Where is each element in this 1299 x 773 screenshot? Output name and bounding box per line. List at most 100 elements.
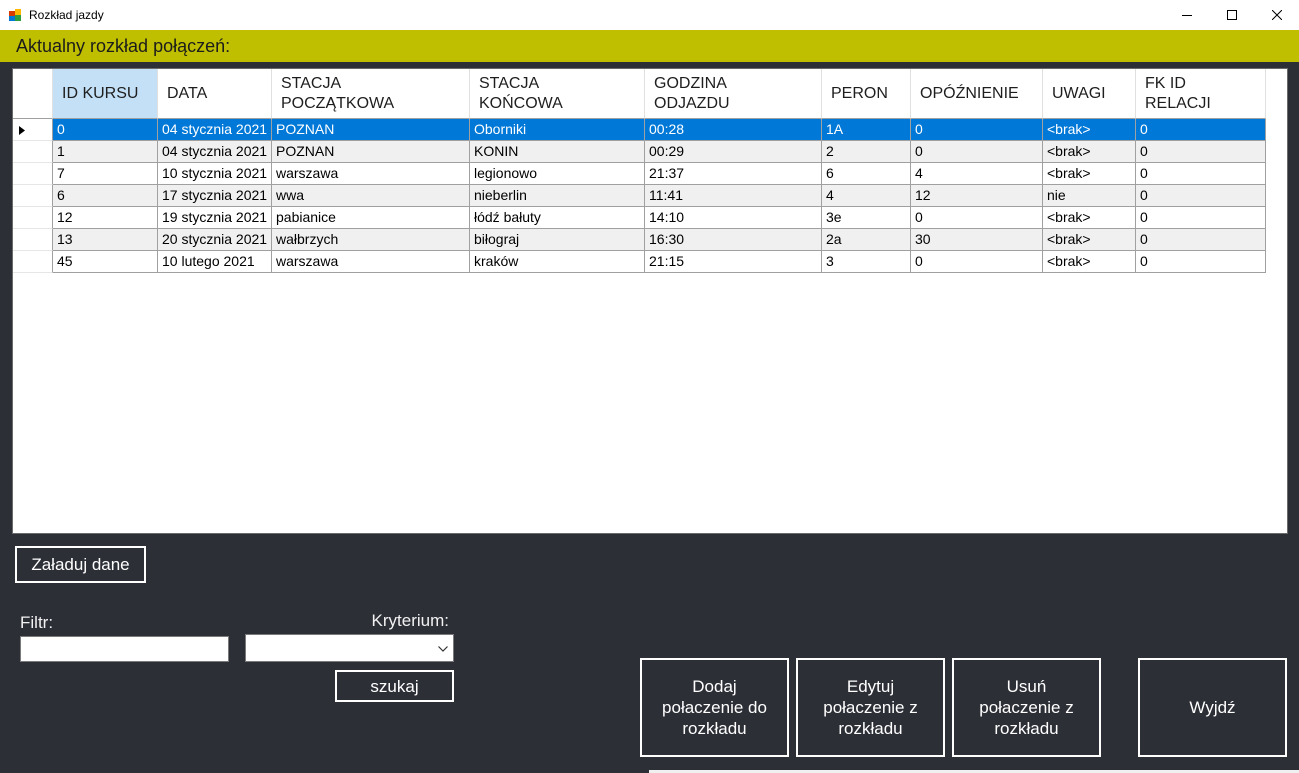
row-header[interactable] bbox=[13, 229, 53, 251]
cell-stacja-poczatkowa[interactable]: POZNAN bbox=[272, 119, 470, 141]
cell-godzina-odjazdu[interactable]: 14:10 bbox=[645, 207, 822, 229]
column-header-opoznienie[interactable]: OPÓŹNIENIE bbox=[911, 69, 1043, 119]
cell-peron[interactable]: 3e bbox=[822, 207, 911, 229]
table-row[interactable]: 0 04 stycznia 2021 POZNAN Oborniki 00:28 1A 0 <… bbox=[13, 119, 1266, 141]
cell-stacja-poczatkowa[interactable]: wałbrzych bbox=[272, 229, 470, 251]
cell-id-kursu[interactable]: 45 bbox=[53, 251, 158, 273]
cell-fk-id-relacji[interactable]: 0 bbox=[1136, 251, 1266, 273]
column-header-peron[interactable]: PERON bbox=[822, 69, 911, 119]
cell-opoznienie[interactable]: 0 bbox=[911, 141, 1043, 163]
row-header[interactable] bbox=[13, 185, 53, 207]
row-header[interactable] bbox=[13, 207, 53, 229]
cell-data[interactable]: 04 stycznia 2021 bbox=[158, 119, 272, 141]
load-data-button[interactable]: Załaduj dane bbox=[15, 546, 146, 583]
cell-uwagi[interactable]: <brak> bbox=[1043, 163, 1136, 185]
minimize-button[interactable] bbox=[1164, 0, 1209, 30]
exit-button[interactable]: Wyjdź bbox=[1138, 658, 1287, 757]
cell-uwagi[interactable]: <brak> bbox=[1043, 119, 1136, 141]
cell-stacja-poczatkowa[interactable]: wwa bbox=[272, 185, 470, 207]
cell-stacja-koncowa[interactable]: biłograj bbox=[470, 229, 645, 251]
cell-opoznienie[interactable]: 30 bbox=[911, 229, 1043, 251]
cell-id-kursu[interactable]: 12 bbox=[53, 207, 158, 229]
cell-stacja-poczatkowa[interactable]: POZNAN bbox=[272, 141, 470, 163]
criterion-dropdown[interactable] bbox=[245, 634, 454, 662]
cell-id-kursu[interactable]: 0 bbox=[53, 119, 158, 141]
cell-opoznienie[interactable]: 0 bbox=[911, 207, 1043, 229]
table-row[interactable]: 1 04 stycznia 2021 POZNAN KONIN 00:29 2 0 <brak… bbox=[13, 141, 1266, 163]
cell-uwagi[interactable]: nie bbox=[1043, 185, 1136, 207]
cell-godzina-odjazdu[interactable]: 00:28 bbox=[645, 119, 822, 141]
cell-id-kursu[interactable]: 13 bbox=[53, 229, 158, 251]
cell-peron[interactable]: 4 bbox=[822, 185, 911, 207]
cell-peron[interactable]: 2 bbox=[822, 141, 911, 163]
cell-peron[interactable]: 3 bbox=[822, 251, 911, 273]
cell-peron[interactable]: 1A bbox=[822, 119, 911, 141]
cell-id-kursu[interactable]: 1 bbox=[53, 141, 158, 163]
column-header-stacja-koncowa[interactable]: STACJA KOŃCOWA bbox=[470, 69, 645, 119]
cell-stacja-koncowa[interactable]: nieberlin bbox=[470, 185, 645, 207]
cell-fk-id-relacji[interactable]: 0 bbox=[1136, 185, 1266, 207]
cell-id-kursu[interactable]: 6 bbox=[53, 185, 158, 207]
column-header-stacja-poczatkowa[interactable]: STACJA POCZĄTKOWA bbox=[272, 69, 470, 119]
cell-peron[interactable]: 2a bbox=[822, 229, 911, 251]
cell-data[interactable]: 04 stycznia 2021 bbox=[158, 141, 272, 163]
cell-opoznienie[interactable]: 0 bbox=[911, 251, 1043, 273]
column-header-fk-id-relacji[interactable]: FK ID RELACJI bbox=[1136, 69, 1266, 119]
cell-uwagi[interactable]: <brak> bbox=[1043, 141, 1136, 163]
cell-data[interactable]: 10 stycznia 2021 bbox=[158, 163, 272, 185]
cell-uwagi[interactable]: <brak> bbox=[1043, 251, 1136, 273]
cell-stacja-poczatkowa[interactable]: warszawa bbox=[272, 251, 470, 273]
cell-id-kursu[interactable]: 7 bbox=[53, 163, 158, 185]
maximize-button[interactable] bbox=[1209, 0, 1254, 30]
table-row[interactable]: 12 19 stycznia 2021 pabianice łódź bałuty 14… bbox=[13, 207, 1266, 229]
delete-connection-button[interactable]: Usuń połaczenie z rozkładu bbox=[952, 658, 1101, 757]
cell-godzina-odjazdu[interactable]: 00:29 bbox=[645, 141, 822, 163]
cell-godzina-odjazdu[interactable]: 21:15 bbox=[645, 251, 822, 273]
cell-opoznienie[interactable]: 4 bbox=[911, 163, 1043, 185]
column-header-godzina-odjazdu[interactable]: GODZINA ODJAZDU bbox=[645, 69, 822, 119]
cell-stacja-koncowa[interactable]: legionowo bbox=[470, 163, 645, 185]
cell-opoznienie[interactable]: 0 bbox=[911, 119, 1043, 141]
add-connection-button[interactable]: Dodaj połaczenie do rozkładu bbox=[640, 658, 789, 757]
cell-stacja-koncowa[interactable]: KONIN bbox=[470, 141, 645, 163]
cell-opoznienie[interactable]: 12 bbox=[911, 185, 1043, 207]
table-row[interactable]: 7 10 stycznia 2021 warszawa legionowo 21:37 6… bbox=[13, 163, 1266, 185]
cell-peron[interactable]: 6 bbox=[822, 163, 911, 185]
cell-fk-id-relacji[interactable]: 0 bbox=[1136, 207, 1266, 229]
cell-godzina-odjazdu[interactable]: 21:37 bbox=[645, 163, 822, 185]
cell-stacja-koncowa[interactable]: kraków bbox=[470, 251, 645, 273]
row-header[interactable] bbox=[13, 119, 53, 141]
cell-stacja-koncowa[interactable]: Oborniki bbox=[470, 119, 645, 141]
row-header[interactable] bbox=[13, 163, 53, 185]
column-header-uwagi[interactable]: UWAGI bbox=[1043, 69, 1136, 119]
cell-data[interactable]: 10 lutego 2021 bbox=[158, 251, 272, 273]
cell-fk-id-relacji[interactable]: 0 bbox=[1136, 229, 1266, 251]
edit-connection-button[interactable]: Edytuj połaczenie z rozkładu bbox=[796, 658, 945, 757]
cell-stacja-poczatkowa[interactable]: warszawa bbox=[272, 163, 470, 185]
cell-fk-id-relacji[interactable]: 0 bbox=[1136, 163, 1266, 185]
cell-godzina-odjazdu[interactable]: 16:30 bbox=[645, 229, 822, 251]
column-header-id-kursu[interactable]: ID KURSU bbox=[53, 69, 158, 119]
cell-godzina-odjazdu[interactable]: 11:41 bbox=[645, 185, 822, 207]
cell-stacja-poczatkowa[interactable]: pabianice bbox=[272, 207, 470, 229]
filter-input[interactable] bbox=[20, 636, 229, 662]
cell-data[interactable]: 19 stycznia 2021 bbox=[158, 207, 272, 229]
cell-uwagi[interactable]: <brak> bbox=[1043, 229, 1136, 251]
cell-data[interactable]: 17 stycznia 2021 bbox=[158, 185, 272, 207]
grid-corner-header[interactable] bbox=[13, 69, 53, 119]
column-header-data[interactable]: DATA bbox=[158, 69, 272, 119]
table-row[interactable]: 45 10 lutego 2021 warszawa kraków 21:15 3 0 <br… bbox=[13, 251, 1266, 273]
title-bar[interactable]: Rozkład jazdy bbox=[0, 0, 1299, 30]
row-header[interactable] bbox=[13, 251, 53, 273]
table-row[interactable]: 6 17 stycznia 2021 wwa nieberlin 11:41 4 12 nie… bbox=[13, 185, 1266, 207]
close-button[interactable] bbox=[1254, 0, 1299, 30]
row-header[interactable] bbox=[13, 141, 53, 163]
cell-fk-id-relacji[interactable]: 0 bbox=[1136, 141, 1266, 163]
cell-stacja-koncowa[interactable]: łódź bałuty bbox=[470, 207, 645, 229]
chevron-down-icon[interactable] bbox=[438, 646, 448, 652]
table-row[interactable]: 13 20 stycznia 2021 wałbrzych biłograj 16:30… bbox=[13, 229, 1266, 251]
search-button[interactable]: szukaj bbox=[335, 670, 454, 702]
cell-fk-id-relacji[interactable]: 0 bbox=[1136, 119, 1266, 141]
cell-uwagi[interactable]: <brak> bbox=[1043, 207, 1136, 229]
cell-data[interactable]: 20 stycznia 2021 bbox=[158, 229, 272, 251]
